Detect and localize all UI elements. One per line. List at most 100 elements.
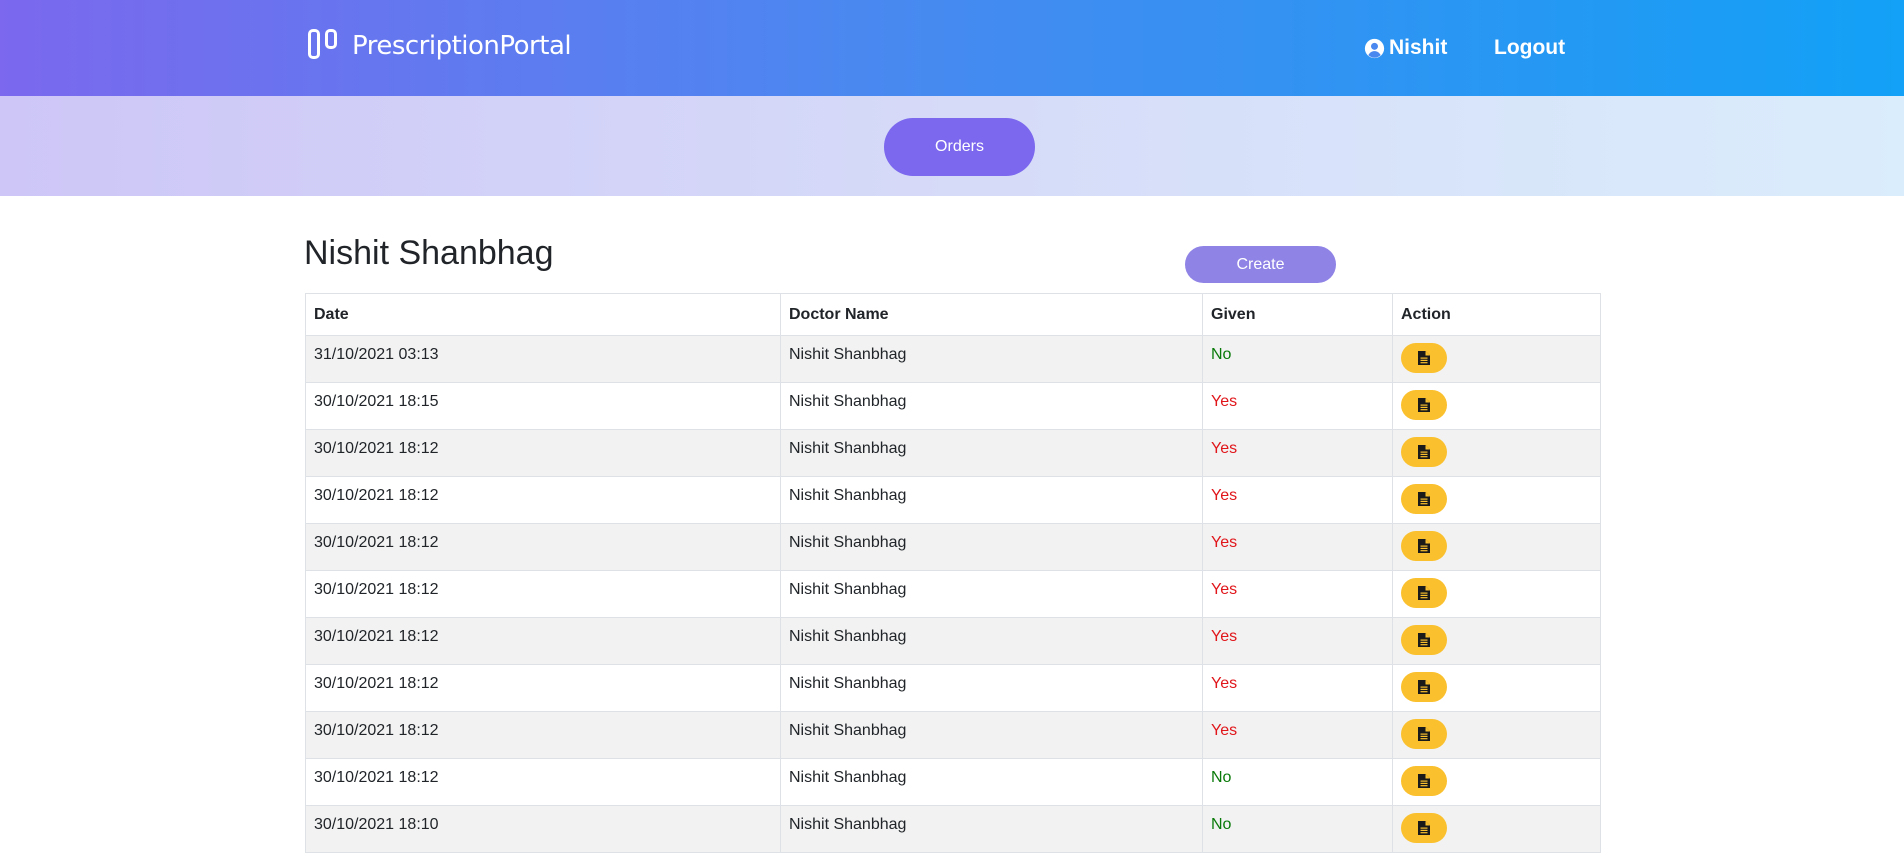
doctor-name-text: Nishit Shanbhag xyxy=(789,393,907,410)
given-status: Yes xyxy=(1211,628,1238,645)
doctor-name-cell: Nishit Shanbhag xyxy=(780,476,1203,524)
column-header-given: Given xyxy=(1202,293,1393,336)
given-status: Yes xyxy=(1211,440,1238,457)
file-text-icon xyxy=(1418,491,1430,506)
action-cell xyxy=(1392,523,1601,571)
given-cell: Yes xyxy=(1202,429,1393,477)
view-prescription-button[interactable] xyxy=(1401,671,1447,702)
file-text-icon xyxy=(1418,820,1430,835)
top-navbar: PrescriptionPortal Nishit Logout xyxy=(0,0,1904,96)
doctor-name-cell: Nishit Shanbhag xyxy=(780,335,1203,383)
doctor-name-cell: Nishit Shanbhag xyxy=(780,429,1203,477)
view-prescription-button[interactable] xyxy=(1401,624,1447,655)
doctor-name-text: Nishit Shanbhag xyxy=(789,346,907,363)
given-cell: Yes xyxy=(1202,664,1393,712)
create-button[interactable]: Create xyxy=(1185,246,1336,283)
action-cell xyxy=(1392,570,1601,618)
doctor-name-text: Nishit Shanbhag xyxy=(789,722,907,739)
doctor-name-cell: Nishit Shanbhag xyxy=(780,711,1203,759)
date-cell: 31/10/2021 03:13 xyxy=(305,335,781,383)
action-cell xyxy=(1392,758,1601,806)
date-text: 30/10/2021 18:12 xyxy=(314,534,439,551)
table-row: 30/10/2021 18:12 Nishit Shanbhag Yes xyxy=(305,711,1601,759)
view-prescription-button[interactable] xyxy=(1401,342,1447,373)
date-cell: 30/10/2021 18:12 xyxy=(305,429,781,477)
doctor-name-text: Nishit Shanbhag xyxy=(789,769,907,786)
view-prescription-button[interactable] xyxy=(1401,577,1447,608)
date-text: 30/10/2021 18:10 xyxy=(314,816,439,833)
table-row: 30/10/2021 18:12 Nishit Shanbhag No xyxy=(305,758,1601,806)
action-cell xyxy=(1392,476,1601,524)
column-header-date: Date xyxy=(305,293,781,336)
table-row: 30/10/2021 18:12 Nishit Shanbhag Yes xyxy=(305,476,1601,524)
given-status: Yes xyxy=(1211,534,1238,551)
action-cell xyxy=(1392,429,1601,477)
logout-link[interactable]: Logout xyxy=(1494,34,1565,62)
doctor-name-cell: Nishit Shanbhag xyxy=(780,805,1203,853)
user-circle-icon xyxy=(1364,38,1385,58)
portal-logo-icon xyxy=(308,29,340,63)
view-prescription-button[interactable] xyxy=(1401,765,1447,796)
action-cell xyxy=(1392,382,1601,430)
user-name: Nishit xyxy=(1389,36,1448,59)
view-prescription-button[interactable] xyxy=(1401,483,1447,514)
table-row: 30/10/2021 18:12 Nishit Shanbhag Yes xyxy=(305,570,1601,618)
given-status: Yes xyxy=(1211,675,1238,692)
doctor-name-text: Nishit Shanbhag xyxy=(789,675,907,692)
doctor-name-text: Nishit Shanbhag xyxy=(789,816,907,833)
given-cell: Yes xyxy=(1202,523,1393,571)
given-cell: Yes xyxy=(1202,617,1393,665)
doctor-name-cell: Nishit Shanbhag xyxy=(780,758,1203,806)
file-text-icon xyxy=(1418,538,1430,553)
doctor-name-text: Nishit Shanbhag xyxy=(789,581,907,598)
orders-button[interactable]: Orders xyxy=(884,118,1035,176)
given-status: No xyxy=(1211,769,1232,786)
table-header-row: Date Doctor Name Given Action xyxy=(305,293,1601,336)
action-cell xyxy=(1392,617,1601,665)
date-text: 30/10/2021 18:12 xyxy=(314,487,439,504)
action-cell xyxy=(1392,335,1601,383)
date-cell: 30/10/2021 18:15 xyxy=(305,382,781,430)
table-row: 30/10/2021 18:12 Nishit Shanbhag Yes xyxy=(305,523,1601,571)
given-status: Yes xyxy=(1211,487,1238,504)
date-text: 30/10/2021 18:12 xyxy=(314,440,439,457)
brand-link[interactable]: PrescriptionPortal xyxy=(308,28,572,64)
view-prescription-button[interactable] xyxy=(1401,530,1447,561)
action-cell xyxy=(1392,664,1601,712)
view-prescription-button[interactable] xyxy=(1401,389,1447,420)
date-cell: 30/10/2021 18:12 xyxy=(305,711,781,759)
column-header-doctor-name: Doctor Name xyxy=(780,293,1203,336)
file-text-icon xyxy=(1418,397,1430,412)
doctor-name-cell: Nishit Shanbhag xyxy=(780,617,1203,665)
given-cell: No xyxy=(1202,805,1393,853)
date-cell: 30/10/2021 18:12 xyxy=(305,476,781,524)
table-row: 30/10/2021 18:15 Nishit Shanbhag Yes xyxy=(305,382,1601,430)
user-profile-link[interactable]: Nishit xyxy=(1364,34,1447,62)
doctor-name-cell: Nishit Shanbhag xyxy=(780,382,1203,430)
file-text-icon xyxy=(1418,773,1430,788)
given-status: Yes xyxy=(1211,393,1238,410)
view-prescription-button[interactable] xyxy=(1401,718,1447,749)
date-cell: 30/10/2021 18:12 xyxy=(305,523,781,571)
page-title: Nishit Shanbhag xyxy=(304,234,554,272)
action-cell xyxy=(1392,805,1601,853)
given-status: Yes xyxy=(1211,581,1238,598)
file-text-icon xyxy=(1418,585,1430,600)
table-row: 30/10/2021 18:12 Nishit Shanbhag Yes xyxy=(305,429,1601,477)
doctor-name-text: Nishit Shanbhag xyxy=(789,628,907,645)
given-status: No xyxy=(1211,816,1232,833)
given-cell: Yes xyxy=(1202,476,1393,524)
view-prescription-button[interactable] xyxy=(1401,812,1447,843)
file-text-icon xyxy=(1418,444,1430,459)
table-row: 30/10/2021 18:10 Nishit Shanbhag No xyxy=(305,805,1601,853)
view-prescription-button[interactable] xyxy=(1401,436,1447,467)
doctor-name-cell: Nishit Shanbhag xyxy=(780,664,1203,712)
date-cell: 30/10/2021 18:12 xyxy=(305,570,781,618)
date-text: 31/10/2021 03:13 xyxy=(314,346,439,363)
doctor-name-text: Nishit Shanbhag xyxy=(789,440,907,457)
date-cell: 30/10/2021 18:10 xyxy=(305,805,781,853)
date-cell: 30/10/2021 18:12 xyxy=(305,664,781,712)
date-text: 30/10/2021 18:15 xyxy=(314,393,439,410)
action-cell xyxy=(1392,711,1601,759)
file-text-icon xyxy=(1418,350,1430,365)
